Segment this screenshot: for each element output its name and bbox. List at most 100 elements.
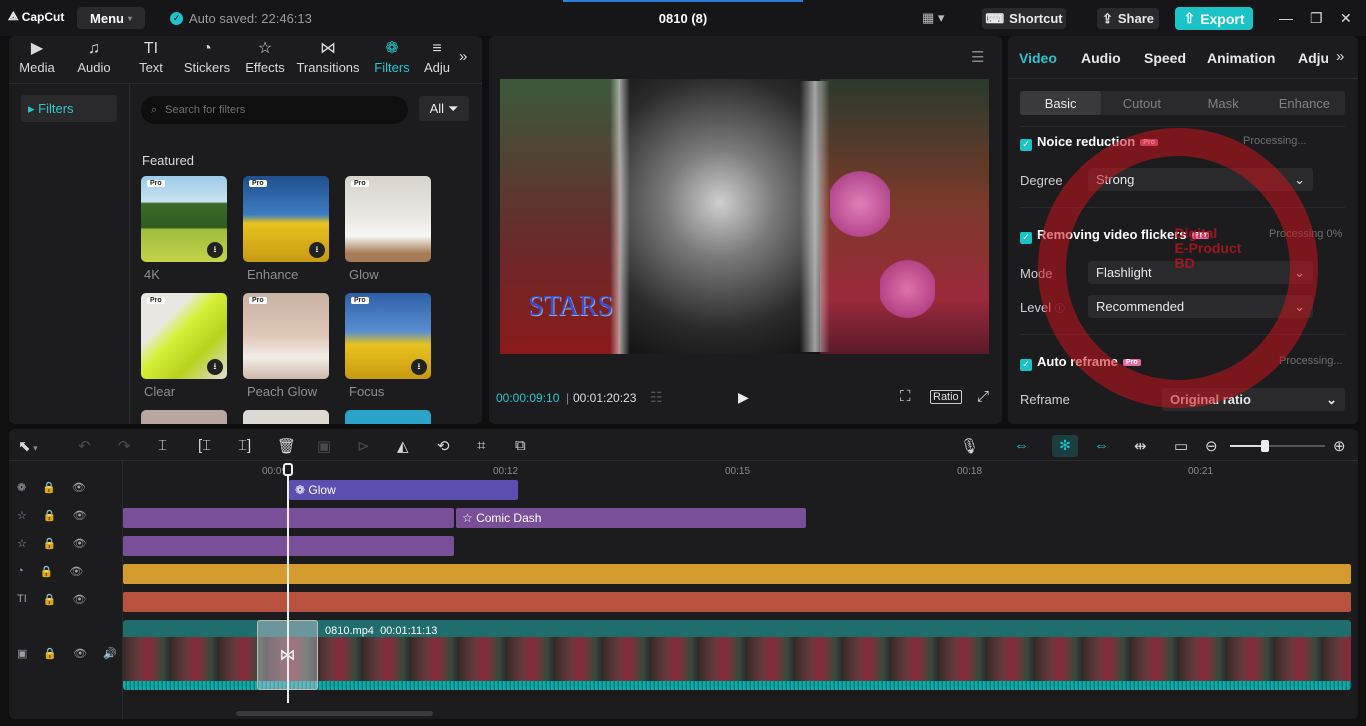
segment-mask[interactable]: Mask — [1183, 91, 1264, 115]
microphone-icon[interactable]: 🎙 — [960, 437, 979, 455]
tab-stickers[interactable]: ◔ Stickers — [181, 40, 233, 75]
zoom-in-icon[interactable]: ⊕ — [1333, 437, 1346, 455]
tab-text[interactable]: TI Text — [125, 40, 177, 75]
reverse-icon[interactable]: ⊳ — [357, 437, 370, 455]
filter-all-button[interactable]: All ⏷ — [419, 96, 469, 121]
eye-icon[interactable]: 👁 — [73, 509, 87, 529]
search-input[interactable]: ⌕ Search for filters — [141, 96, 408, 124]
download-icon[interactable]: ⭳ — [207, 359, 223, 375]
tab-animation[interactable]: Animation — [1207, 50, 1275, 66]
lock-icon[interactable]: 🔒 — [43, 593, 57, 613]
fit-timeline-icon[interactable]: ▭ — [1174, 437, 1188, 455]
layout-icon[interactable]: ▦ ▾ — [922, 10, 944, 26]
filter-label: Clear — [144, 384, 176, 399]
lock-icon[interactable]: 🔒 — [40, 565, 54, 585]
text-icon: TI — [143, 40, 159, 57]
tab-audio[interactable]: ♫ Audio — [68, 40, 120, 75]
filter-thumb-clear[interactable]: Pro ⭳ — [141, 293, 227, 379]
filter-thumb-partial[interactable] — [141, 410, 227, 424]
tab-video[interactable]: Video — [1019, 50, 1057, 66]
split-left-icon[interactable]: [⌶ — [198, 437, 211, 454]
tab-adjust[interactable]: ≡ Adju — [420, 40, 454, 75]
shortcut-button[interactable]: ⌨ Shortcut — [982, 8, 1066, 29]
minimize-icon[interactable]: — — [1279, 10, 1293, 26]
fullscreen-icon[interactable]: ⤢ — [977, 388, 989, 405]
redo-icon[interactable]: ↷ — [118, 437, 131, 455]
download-icon[interactable]: ⭳ — [207, 242, 223, 258]
eye-icon[interactable]: 👁 — [72, 593, 86, 613]
auto-snap-icon[interactable]: ✻ — [1052, 435, 1078, 457]
ratio-button[interactable]: Ratio — [930, 390, 962, 404]
playhead[interactable] — [287, 463, 289, 703]
effect-track-icon: ☆ — [17, 538, 27, 550]
lock-icon[interactable]: 🔒 — [42, 481, 56, 501]
filter-thumb-peach-glow[interactable]: Pro — [243, 293, 329, 379]
filter-thumb-glow[interactable]: Pro — [345, 176, 431, 262]
timeline-scrollbar[interactable] — [236, 711, 433, 716]
rotate-icon[interactable]: ⟲ — [437, 437, 450, 455]
filter-thumb-focus[interactable]: Pro ⭳ — [345, 293, 431, 379]
transitions-icon: ⋈ — [320, 40, 336, 57]
segment-enhance[interactable]: Enhance — [1264, 91, 1345, 115]
playhead-handle[interactable] — [283, 463, 293, 476]
comic-dash-clip[interactable]: ☆ Comic Dash — [456, 508, 806, 528]
share-button[interactable]: ⇪ Share — [1097, 8, 1159, 29]
sidebar-item-filters[interactable]: ▸ Filters — [21, 95, 117, 122]
list-icon[interactable]: ☷ — [650, 389, 663, 406]
sticker-clip[interactable] — [123, 564, 1351, 584]
split-right-icon[interactable]: ⌶] — [238, 437, 251, 454]
tab-transitions[interactable]: ⋈ Transitions — [296, 40, 360, 75]
preview-axis-icon[interactable]: ⇹ — [1134, 437, 1147, 455]
filter-label: Enhance — [247, 267, 299, 282]
track-controls: ☆ 🔒 👁 — [17, 509, 117, 529]
play-icon[interactable]: ▶ — [738, 389, 749, 406]
tabs-more-icon[interactable]: » — [1336, 48, 1344, 65]
segment-cutout[interactable]: Cutout — [1101, 91, 1182, 115]
filter-thumb-partial[interactable] — [243, 410, 329, 424]
tab-effects[interactable]: ☆ Effects — [239, 40, 291, 75]
split-icon[interactable]: ⌶ — [158, 437, 167, 454]
clip-info: 0810.mp4 00:01:11:13 — [325, 625, 437, 637]
crop-icon[interactable]: ⌗ — [477, 437, 485, 454]
download-icon[interactable]: ⭳ — [411, 359, 427, 375]
menu-button[interactable]: Menu ▾ — [77, 7, 145, 29]
zoom-out-icon[interactable]: ⊖ — [1205, 437, 1218, 455]
text-clip[interactable] — [123, 592, 1351, 612]
audio-icon[interactable]: 🔊 — [103, 647, 117, 667]
glow-filter-clip[interactable]: ❁ Glow — [289, 480, 518, 500]
select-tool-icon[interactable]: ⬉ ▾ — [18, 437, 38, 455]
filter-thumb-4k[interactable]: Pro ⭳ — [141, 176, 227, 262]
eye-icon[interactable]: 👁 — [72, 481, 86, 501]
tab-filters[interactable]: ❁ Filters — [366, 40, 418, 75]
tab-media[interactable]: ▶ Media — [11, 40, 63, 75]
search-icon: ⌕ — [151, 103, 158, 116]
mirror-icon[interactable]: ◭ — [397, 437, 409, 455]
eye-icon[interactable]: 👁 — [73, 647, 87, 667]
tabs-more-icon[interactable]: » — [459, 48, 467, 65]
maximize-icon[interactable]: ❐ — [1310, 10, 1323, 27]
lock-icon[interactable]: 🔒 — [43, 537, 57, 557]
delete-icon[interactable]: 🗑 — [277, 437, 296, 455]
tab-adjust-inspector[interactable]: Adju — [1298, 50, 1328, 66]
filter-thumb-enhance[interactable]: Pro ⭳ — [243, 176, 329, 262]
eye-icon[interactable]: 👁 — [69, 565, 83, 585]
tab-audio-inspector[interactable]: Audio — [1081, 50, 1121, 66]
zoom-slider-thumb[interactable] — [1261, 440, 1269, 452]
player-menu-icon[interactable]: ☰ — [971, 48, 984, 66]
close-icon[interactable]: ✕ — [1340, 10, 1352, 27]
lock-icon[interactable]: 🔒 — [43, 647, 57, 667]
ai-tool-icon[interactable]: ⧉ — [515, 437, 526, 454]
filter-thumb-partial[interactable] — [345, 410, 431, 424]
video-preview[interactable]: STARS — [500, 79, 989, 354]
download-icon[interactable]: ⭳ — [309, 242, 325, 258]
undo-icon[interactable]: ↶ — [78, 437, 91, 455]
linkage-icon[interactable]: ⇔ — [1094, 437, 1109, 454]
segment-basic[interactable]: Basic — [1020, 91, 1102, 115]
export-button[interactable]: ⇧ Export — [1175, 7, 1253, 30]
lock-icon[interactable]: 🔒 — [43, 509, 57, 529]
eye-icon[interactable]: 👁 — [73, 537, 87, 557]
fit-screen-icon[interactable]: ⛶ — [900, 388, 911, 405]
tab-speed[interactable]: Speed — [1144, 50, 1186, 66]
freeze-icon[interactable]: ▣ — [317, 437, 331, 455]
main-track-magnet-icon[interactable]: ⇔ — [1014, 437, 1029, 454]
